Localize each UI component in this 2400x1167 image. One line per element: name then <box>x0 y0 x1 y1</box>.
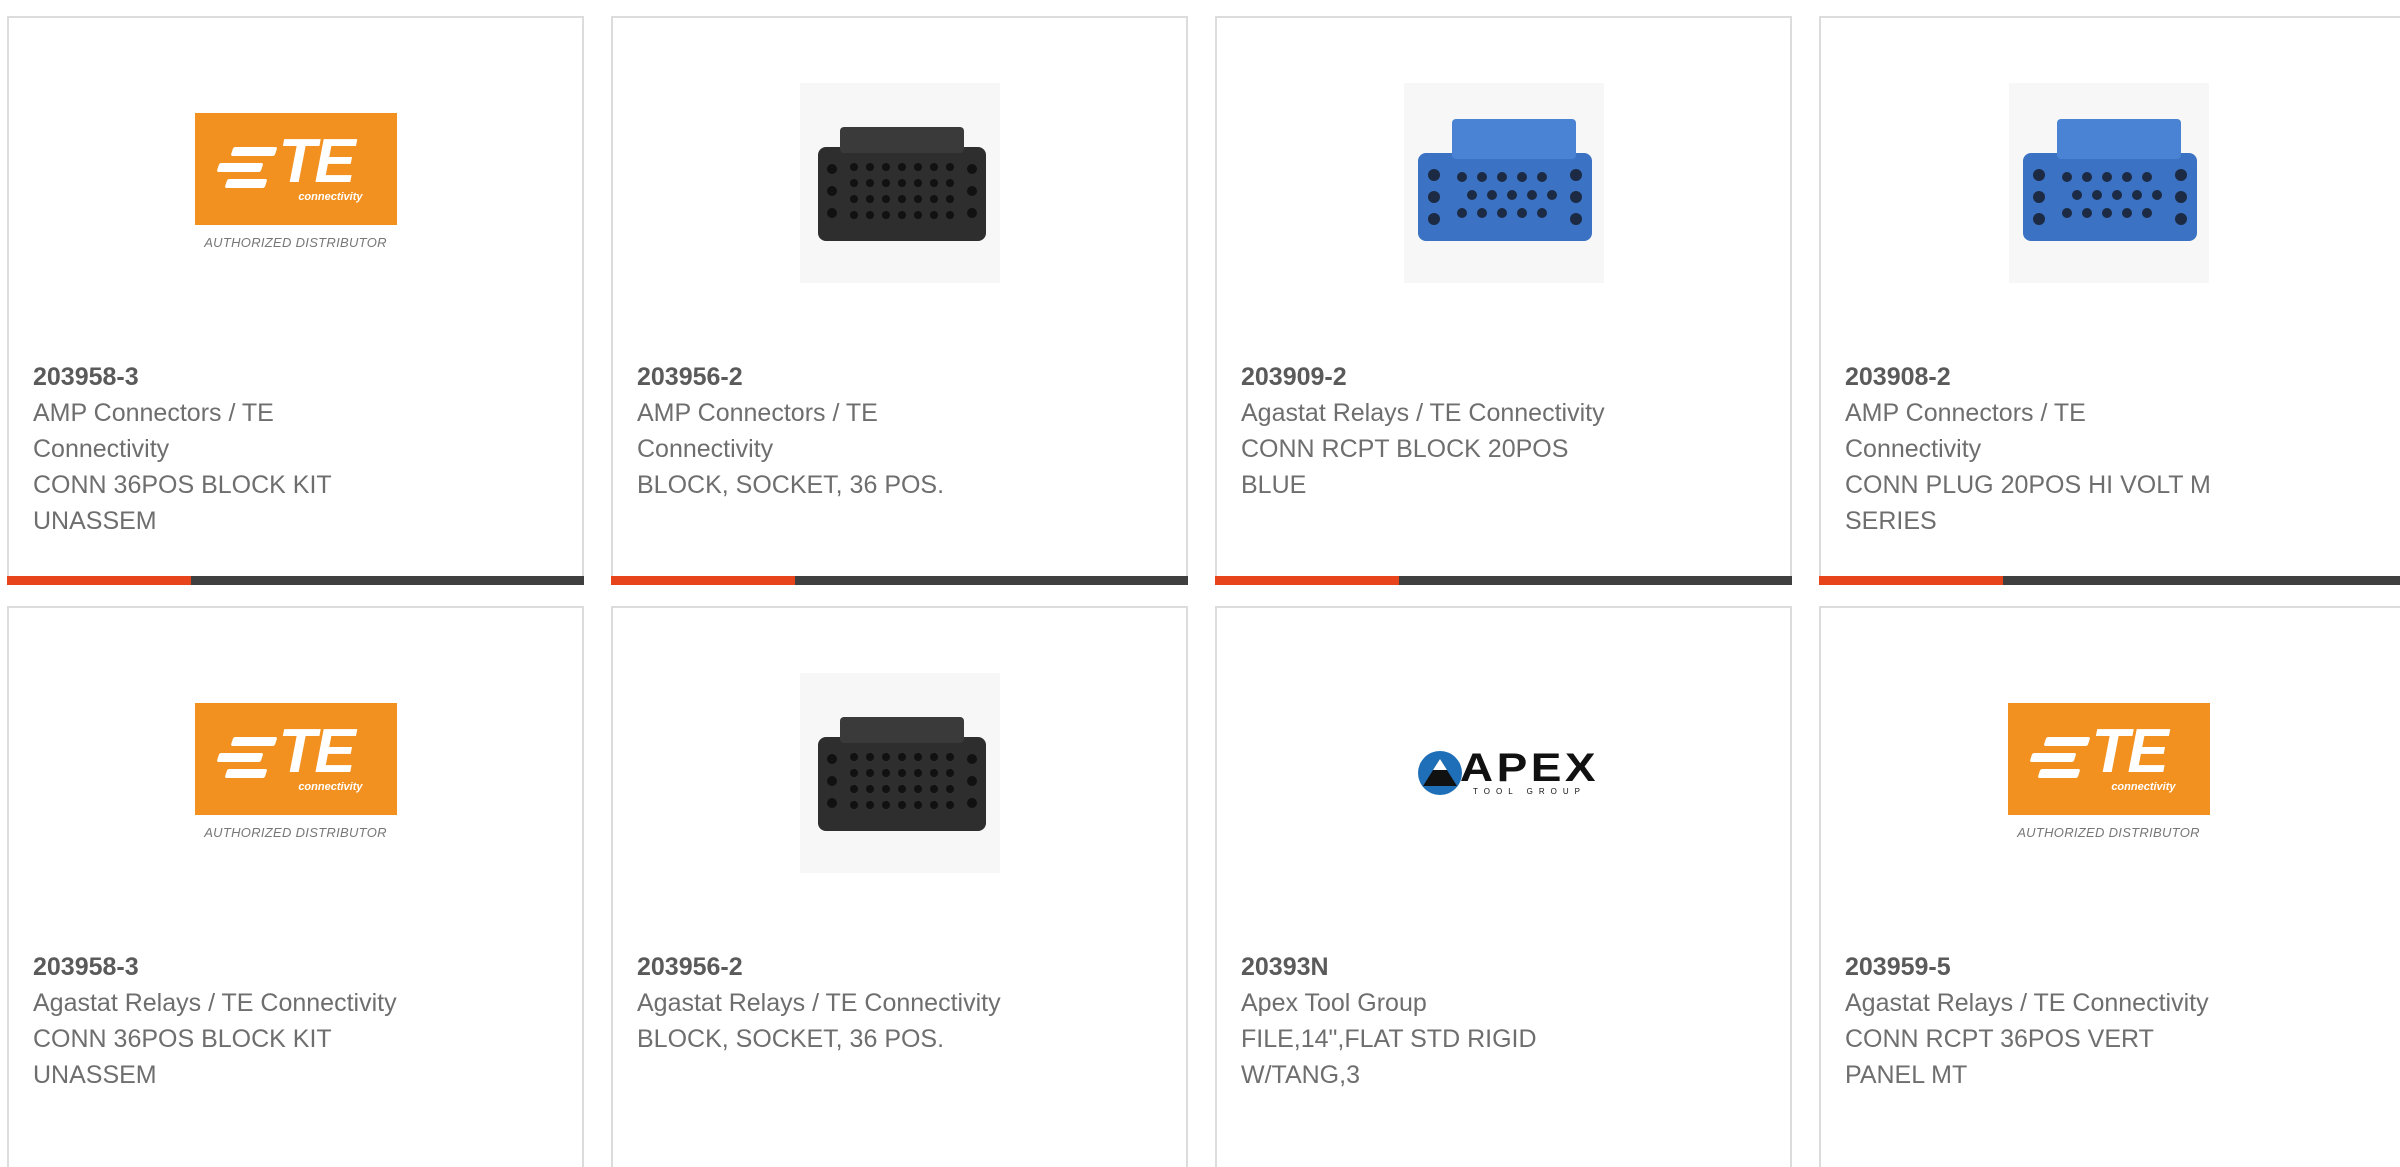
apex-tool-group-logo: APEX TOOL GROUP <box>1417 748 1596 797</box>
product-info: 20393N Apex Tool Group FILE,14",FLAT STD… <box>1241 949 1770 1093</box>
manufacturer: AMP Connectors / TE Connectivity <box>33 399 274 463</box>
product-info: 203959-5 Agastat Relays / TE Connectivit… <box>1845 949 2389 1093</box>
product-image[interactable] <box>613 80 1186 285</box>
description: CONN RCPT BLOCK 20POS BLUE <box>1241 435 1569 499</box>
product-info: 203958-3 AMP Connectors / TE Connectivity… <box>33 359 562 539</box>
product-card[interactable]: TE connectivity AUTHORIZED DISTRIBUTOR 2… <box>7 16 584 585</box>
manufacturer: AMP Connectors / TE Connectivity <box>1845 399 2086 463</box>
blue-connector-block-image <box>1403 82 1604 283</box>
te-connectivity-logo: TE connectivity AUTHORIZED DISTRIBUTOR <box>194 112 397 253</box>
manufacturer: AMP Connectors / TE Connectivity <box>637 399 878 463</box>
description: CONN RCPT 36POS VERT PANEL MT <box>1845 1025 2154 1089</box>
card-accent-bar <box>611 576 1188 585</box>
part-number[interactable]: 203958-3 <box>33 359 562 395</box>
product-image[interactable]: TE connectivity AUTHORIZED DISTRIBUTOR <box>9 80 582 285</box>
product-info: 203958-3 Agastat Relays / TE Connectivit… <box>33 949 562 1093</box>
blue-connector-block-image <box>2008 82 2209 283</box>
manufacturer: Agastat Relays / TE Connectivity <box>33 989 397 1017</box>
part-number[interactable]: 203959-5 <box>1845 949 2389 985</box>
product-card[interactable]: 203908-2 AMP Connectors / TE Connectivity… <box>1819 16 2400 585</box>
product-info: 203956-2 Agastat Relays / TE Connectivit… <box>637 949 1166 1057</box>
product-info: 203956-2 AMP Connectors / TE Connectivity… <box>637 359 1166 503</box>
part-number[interactable]: 203909-2 <box>1241 359 1770 395</box>
description: CONN 36POS BLOCK KIT UNASSEM <box>33 1025 332 1089</box>
black-connector-block-image <box>799 672 1000 873</box>
product-image[interactable]: TE connectivity AUTHORIZED DISTRIBUTOR <box>1821 670 2396 875</box>
manufacturer: Agastat Relays / TE Connectivity <box>1241 399 1605 427</box>
apex-mountain-icon <box>1418 750 1463 795</box>
product-card[interactable]: TE connectivity AUTHORIZED DISTRIBUTOR 2… <box>1819 606 2400 1167</box>
te-connectivity-logo: TE connectivity AUTHORIZED DISTRIBUTOR <box>194 702 397 843</box>
manufacturer: Apex Tool Group <box>1241 989 1427 1017</box>
product-image[interactable] <box>1217 80 1790 285</box>
card-accent-bar <box>1819 576 2400 585</box>
product-card[interactable]: 203956-2 AMP Connectors / TE Connectivity… <box>611 16 1188 585</box>
description: BLOCK, SOCKET, 36 POS. <box>637 471 945 499</box>
description: CONN PLUG 20POS HI VOLT M SERIES <box>1845 471 2211 535</box>
description: CONN 36POS BLOCK KIT UNASSEM <box>33 471 332 535</box>
product-info: 203909-2 Agastat Relays / TE Connectivit… <box>1241 359 1770 503</box>
product-image[interactable] <box>613 670 1186 875</box>
product-card[interactable]: 203909-2 Agastat Relays / TE Connectivit… <box>1215 16 1792 585</box>
part-number[interactable]: 203958-3 <box>33 949 562 985</box>
product-grid: TE connectivity AUTHORIZED DISTRIBUTOR 2… <box>0 0 2400 1167</box>
description: BLOCK, SOCKET, 36 POS. <box>637 1025 945 1053</box>
part-number[interactable]: 20393N <box>1241 949 1770 985</box>
product-card[interactable]: APEX TOOL GROUP 20393N Apex Tool Group F… <box>1215 606 1792 1167</box>
description: FILE,14",FLAT STD RIGID W/TANG,3 <box>1241 1025 1537 1089</box>
te-connectivity-logo: TE connectivity AUTHORIZED DISTRIBUTOR <box>2007 702 2210 843</box>
product-image[interactable]: APEX TOOL GROUP <box>1217 670 1790 875</box>
part-number[interactable]: 203956-2 <box>637 359 1166 395</box>
manufacturer: Agastat Relays / TE Connectivity <box>1845 989 2209 1017</box>
product-image[interactable]: TE connectivity AUTHORIZED DISTRIBUTOR <box>9 670 582 875</box>
product-card[interactable]: TE connectivity AUTHORIZED DISTRIBUTOR 2… <box>7 606 584 1167</box>
part-number[interactable]: 203908-2 <box>1845 359 2389 395</box>
manufacturer: Agastat Relays / TE Connectivity <box>637 989 1001 1017</box>
product-card[interactable]: 203956-2 Agastat Relays / TE Connectivit… <box>611 606 1188 1167</box>
black-connector-block-image <box>799 82 1000 283</box>
product-info: 203908-2 AMP Connectors / TE Connectivity… <box>1845 359 2389 539</box>
card-accent-bar <box>7 576 584 585</box>
part-number[interactable]: 203956-2 <box>637 949 1166 985</box>
product-image[interactable] <box>1821 80 2396 285</box>
card-accent-bar <box>1215 576 1792 585</box>
